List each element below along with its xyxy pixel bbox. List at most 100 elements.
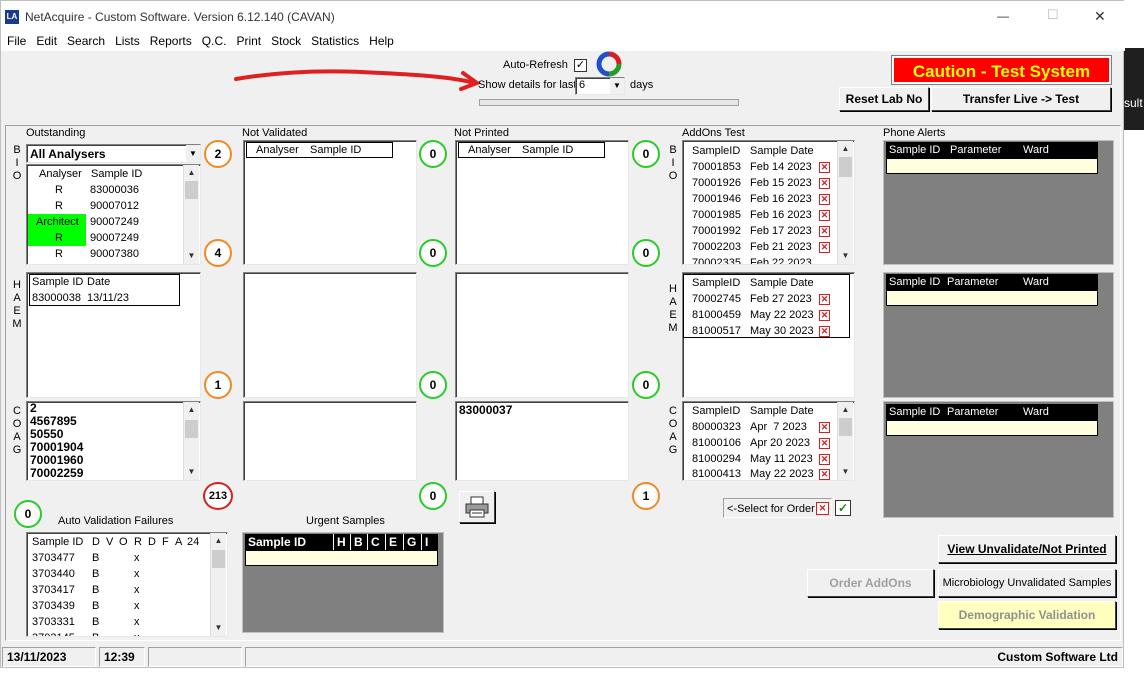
- count-not-printed-haem[interactable]: 0: [632, 371, 660, 399]
- reset-lab-no-button[interactable]: Reset Lab No: [839, 87, 929, 111]
- menu-help[interactable]: Help: [364, 33, 399, 49]
- av-header-r[interactable]: R: [134, 534, 142, 550]
- addons-header-sampledate[interactable]: Sample Date: [750, 143, 814, 159]
- view-unvalidate-button[interactable]: View Unvalidate/Not Printed: [938, 535, 1116, 563]
- scroll-up-icon[interactable]: ▲: [184, 402, 199, 418]
- table-row-d[interactable]: B: [92, 630, 99, 636]
- minimize-icon[interactable]: —: [997, 9, 1009, 23]
- table-row-date[interactable]: May 22 2023: [750, 466, 814, 480]
- phone-header-sampleid[interactable]: Sample ID: [889, 142, 940, 158]
- auto-validation-list[interactable]: Sample ID D V O R D F A 24 3703477 Bx 370…: [26, 532, 228, 637]
- table-row-date[interactable]: Feb 14 2023: [750, 159, 812, 175]
- scrollbar[interactable]: ▲ ▼: [210, 533, 226, 636]
- phone-header-parameter[interactable]: Parameter: [950, 142, 1001, 158]
- select-for-order[interactable]: <-Select for Order ✕: [723, 498, 832, 518]
- count-not-printed-coag[interactable]: 1: [632, 482, 660, 510]
- delete-icon[interactable]: ✕: [819, 469, 830, 480]
- av-header-d2[interactable]: D: [148, 534, 156, 550]
- delete-icon[interactable]: ✕: [819, 194, 830, 205]
- scroll-thumb[interactable]: [839, 418, 852, 436]
- table-row-id[interactable]: 3703439: [32, 598, 75, 614]
- table-row-date[interactable]: Feb 21 2023: [750, 239, 812, 255]
- table-row-id[interactable]: 70001926: [692, 175, 741, 191]
- count-not-validated-bio-top[interactable]: 0: [419, 140, 447, 168]
- delete-icon[interactable]: ✕: [819, 454, 830, 465]
- menu-statistics[interactable]: Statistics: [306, 33, 364, 49]
- table-row-id[interactable]: 81000294: [692, 451, 741, 467]
- table-row-date[interactable]: 13/11/23: [87, 290, 129, 306]
- refresh-icon[interactable]: [596, 51, 622, 77]
- not-printed-coag-list[interactable]: 83000037: [455, 401, 629, 481]
- table-row-date[interactable]: Feb 27 2023: [750, 291, 812, 307]
- count-outstanding-coag[interactable]: 213: [203, 482, 233, 510]
- not-printed-header-sampleid[interactable]: Sample ID: [522, 142, 573, 158]
- scrollbar[interactable]: ▲ ▼: [837, 402, 853, 480]
- phone-header-ward[interactable]: Ward: [1023, 142, 1049, 158]
- phone-alerts-row[interactable]: [886, 420, 1098, 436]
- table-row-id[interactable]: 81000517: [692, 323, 741, 339]
- table-row-d[interactable]: B: [92, 598, 99, 614]
- order-addons-button[interactable]: Order AddOns: [807, 569, 934, 597]
- scroll-thumb[interactable]: [185, 181, 198, 199]
- count-outstanding-haem[interactable]: 1: [204, 371, 232, 399]
- list-item-analyser[interactable]: R: [55, 246, 63, 262]
- scrollbar[interactable]: ▲ ▼: [183, 402, 199, 480]
- addons-bio-list[interactable]: SampleID Sample Date 70001853 Feb 14 2023…: [682, 140, 855, 265]
- table-row-date[interactable]: Feb 22 2023: [750, 255, 812, 264]
- list-item-sampleid[interactable]: 90007380: [90, 246, 139, 262]
- table-row-date[interactable]: May 30 2023: [750, 323, 814, 339]
- phone-header-sampleid[interactable]: Sample ID: [889, 404, 940, 420]
- table-row-r[interactable]: x: [134, 614, 140, 630]
- av-header-sampleid[interactable]: Sample ID: [32, 534, 83, 550]
- av-header-24[interactable]: 24: [187, 534, 199, 550]
- scrollbar[interactable]: ▲ ▼: [183, 165, 199, 264]
- av-header-v[interactable]: V: [106, 534, 113, 550]
- urgent-header-sampleid[interactable]: Sample ID: [248, 534, 306, 550]
- outstanding-bio-header-analyser[interactable]: Analyser: [39, 166, 82, 182]
- scroll-up-icon[interactable]: ▲: [184, 165, 199, 181]
- menu-edit[interactable]: Edit: [31, 33, 62, 49]
- list-item-analyser[interactable]: Architect: [36, 214, 79, 230]
- demographic-validation-button[interactable]: Demographic Validation: [938, 601, 1116, 629]
- delete-icon[interactable]: ✕: [819, 226, 830, 237]
- table-row-date[interactable]: Feb 15 2023: [750, 175, 812, 191]
- table-row-d[interactable]: B: [92, 614, 99, 630]
- phone-header-ward[interactable]: Ward: [1023, 404, 1049, 420]
- not-validated-header-sampleid[interactable]: Sample ID: [310, 142, 361, 158]
- scroll-down-icon[interactable]: ▼: [184, 248, 199, 264]
- table-row-id[interactable]: 70001985: [692, 207, 741, 223]
- phone-header-sampleid[interactable]: Sample ID: [889, 274, 940, 290]
- addons-haem-list[interactable]: SampleID Sample Date 70002745 Feb 27 2023…: [682, 272, 855, 398]
- outstanding-bio-header-sampleid[interactable]: Sample ID: [91, 166, 142, 182]
- count-outstanding-bio-top[interactable]: 2: [204, 140, 232, 168]
- table-row-date[interactable]: Apr 20 2023: [750, 435, 810, 451]
- table-row-date[interactable]: Feb 17 2023: [750, 223, 812, 239]
- menu-print[interactable]: Print: [231, 33, 266, 49]
- table-row-sampleid[interactable]: 83000038: [32, 290, 81, 306]
- addons-header-sampleid[interactable]: SampleID: [692, 143, 740, 159]
- table-row-r[interactable]: x: [134, 630, 140, 636]
- urgent-header-i[interactable]: I: [421, 534, 428, 550]
- table-row-id[interactable]: 81000106: [692, 435, 741, 451]
- count-auto-validation[interactable]: 0: [14, 500, 42, 528]
- list-item-sampleid[interactable]: 90007012: [90, 198, 139, 214]
- table-row-r[interactable]: x: [134, 582, 140, 598]
- delete-icon[interactable]: ✕: [819, 294, 830, 305]
- scroll-up-icon[interactable]: ▲: [211, 533, 226, 549]
- table-row-id[interactable]: 3703331: [32, 614, 75, 630]
- table-row-id[interactable]: 3703440: [32, 566, 75, 582]
- table-row-r[interactable]: x: [134, 566, 140, 582]
- list-item-analyser[interactable]: R: [55, 182, 63, 198]
- list-item-analyser[interactable]: R: [55, 230, 63, 246]
- table-row-id[interactable]: 81000459: [692, 307, 741, 323]
- outstanding-haem-header-date[interactable]: Date: [87, 274, 110, 290]
- table-row-d[interactable]: B: [92, 550, 99, 566]
- table-row-id[interactable]: 3703417: [32, 582, 75, 598]
- table-row-id[interactable]: 70001853: [692, 159, 741, 175]
- phone-header-parameter[interactable]: Parameter: [947, 404, 998, 420]
- scroll-down-icon[interactable]: ▼: [838, 248, 853, 264]
- scrollbar[interactable]: ▲ ▼: [837, 141, 853, 264]
- table-row-date[interactable]: Feb 16 2023: [750, 191, 812, 207]
- scroll-up-icon[interactable]: ▲: [838, 402, 853, 418]
- confirm-order-checkbox[interactable]: ✓: [835, 500, 851, 516]
